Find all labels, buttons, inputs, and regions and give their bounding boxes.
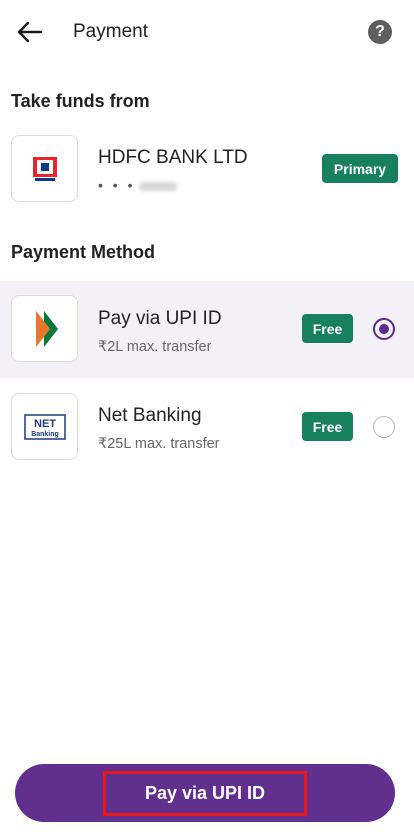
page-title: Payment bbox=[73, 21, 148, 42]
payment-option-upi[interactable]: Pay via UPI ID ₹2L max. transfer Free bbox=[0, 281, 414, 378]
upi-radio-button[interactable] bbox=[373, 318, 395, 340]
bank-account-row[interactable]: HDFC BANK LTD • • • Primary bbox=[0, 134, 414, 204]
net-banking-logo-icon: NET Banking bbox=[23, 413, 66, 440]
net-banking-logo: NET Banking bbox=[11, 393, 78, 460]
svg-text:NET: NET bbox=[34, 418, 56, 430]
net-banking-free-badge: Free bbox=[302, 412, 353, 441]
upi-option-limit: ₹2L max. transfer bbox=[98, 339, 212, 355]
net-banking-option-limit: ₹25L max. transfer bbox=[98, 436, 220, 452]
funds-section-title: Take funds from bbox=[11, 91, 150, 111]
payment-option-net-banking[interactable]: NET Banking Net Banking ₹25L max. transf… bbox=[0, 378, 414, 475]
payment-method-section-title: Payment Method bbox=[11, 242, 156, 262]
svg-text:Banking: Banking bbox=[31, 431, 59, 438]
back-button[interactable] bbox=[14, 18, 46, 46]
arrow-left-icon bbox=[17, 21, 43, 43]
net-banking-radio-button[interactable] bbox=[373, 416, 395, 438]
upi-free-badge: Free bbox=[302, 314, 353, 343]
upi-option-title: Pay via UPI ID bbox=[98, 308, 222, 329]
hdfc-logo-icon bbox=[32, 156, 57, 181]
primary-badge: Primary bbox=[322, 154, 398, 183]
upi-logo bbox=[11, 295, 78, 362]
upi-logo-icon bbox=[35, 310, 58, 347]
hdfc-bank-logo bbox=[11, 135, 78, 202]
pay-via-upi-button[interactable]: Pay via UPI ID bbox=[15, 764, 395, 822]
help-icon[interactable]: ? bbox=[368, 20, 392, 44]
pay-button-label: Pay via UPI ID bbox=[102, 770, 308, 816]
account-number-masked: • • • bbox=[98, 177, 178, 193]
bank-name: HDFC BANK LTD bbox=[98, 147, 248, 168]
net-banking-option-title: Net Banking bbox=[98, 405, 202, 426]
app-header: Payment ? bbox=[0, 0, 414, 64]
